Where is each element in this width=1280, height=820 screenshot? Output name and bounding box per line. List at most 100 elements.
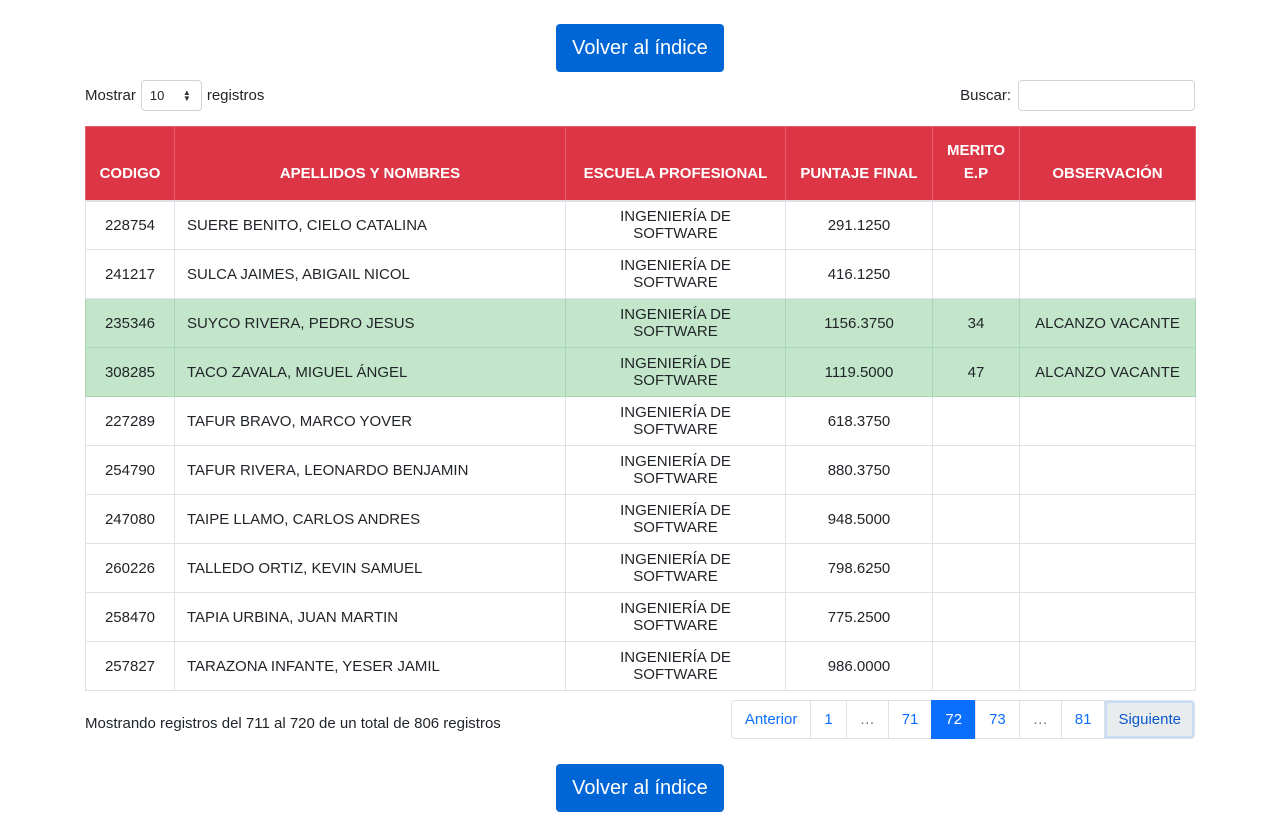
search-label: Buscar: [960,87,1011,104]
cell-codigo: 227289 [85,396,175,446]
cell-codigo: 257827 [85,641,175,691]
cell-escuela: INGENIERÍA DE SOFTWARE [565,396,786,446]
cell-codigo: 247080 [85,494,175,544]
records-per-page-select[interactable]: 10 ▲ ▼ [140,80,202,111]
cell-nombre: SUERE BENITO, CIELO CATALINA [174,200,566,250]
cell-merito [932,249,1020,299]
cell-puntaje: 416.1250 [785,249,933,299]
cell-codigo: 254790 [85,445,175,495]
table-row: 241217 SULCA JAIMES, ABIGAIL NICOL INGENIE… [85,249,1196,299]
pagination: Anterior 1… 71 72 73… 81 Siguiente [730,700,1195,739]
cell-escuela: INGENIERÍA DE SOFTWARE [565,298,786,348]
back-to-index-button-bottom[interactable]: Volver al índice [556,764,724,812]
cell-escuela: INGENIERÍA DE SOFTWARE [565,494,786,544]
cell-merito: 34 [932,298,1020,348]
cell-codigo: 260226 [85,543,175,593]
records-per-page-value: 10 [149,88,165,103]
column-header-observacion[interactable]: OBSERVACIÓN [1019,126,1196,202]
cell-merito [932,200,1020,250]
cell-puntaje: 880.3750 [785,445,933,495]
cell-observacion [1019,592,1196,642]
cell-codigo: 228754 [85,200,175,250]
page-button-81[interactable]: 81 [1060,700,1106,739]
page-ellipsis: … [845,700,889,739]
cell-nombre: TALLEDO ORTIZ, KEVIN SAMUEL [174,543,566,593]
cell-observacion: ALCANZO VACANTE [1019,298,1196,348]
cell-escuela: INGENIERÍA DE SOFTWARE [565,249,786,299]
table-info: Mostrando registros del 711 al 720 de un… [85,715,501,732]
select-arrows-icon: ▲ ▼ [182,87,191,103]
cell-merito [932,445,1020,495]
cell-observacion [1019,494,1196,544]
cell-observacion: ALCANZO VACANTE [1019,347,1196,397]
cell-observacion [1019,445,1196,495]
page-button-71[interactable]: 71 [887,700,933,739]
column-header-merito[interactable]: MERITO E.P [932,126,1020,202]
cell-observacion [1019,641,1196,691]
cell-codigo: 235346 [85,298,175,348]
cell-observacion [1019,396,1196,446]
page-button-73[interactable]: 73 [975,700,1020,739]
cell-puntaje: 291.1250 [785,200,933,250]
cell-codigo: 258470 [85,592,175,642]
cell-merito [932,543,1020,593]
cell-nombre: TAIPE LLAMO, CARLOS ANDRES [174,494,566,544]
search-input[interactable] [1018,80,1195,111]
page-previous-button[interactable]: Anterior [730,700,812,739]
records-per-page-control: Mostrar 10 ▲ ▼ registros [85,80,264,111]
cell-nombre: SUYCO RIVERA, PEDRO JESUS [174,298,566,348]
cell-merito: 47 [932,347,1020,397]
cell-nombre: TACO ZAVALA, MIGUEL ÁNGEL [174,347,566,397]
table-row: 227289 TAFUR BRAVO, MARCO YOVER INGENIERÍA… [85,396,1196,446]
cell-escuela: INGENIERÍA DE SOFTWARE [565,445,786,495]
cell-escuela: INGENIERÍA DE SOFTWARE [565,592,786,642]
cell-puntaje: 618.3750 [785,396,933,446]
cell-puntaje: 775.2500 [785,592,933,642]
cell-nombre: TAFUR BRAVO, MARCO YOVER [174,396,566,446]
cell-codigo: 308285 [85,347,175,397]
cell-codigo: 241217 [85,249,175,299]
column-header-escuela[interactable]: ESCUELA PROFESIONAL [565,126,786,202]
cell-merito [932,592,1020,642]
cell-nombre: TARAZONA INFANTE, YESER JAMIL [174,641,566,691]
cell-puntaje: 986.0000 [785,641,933,691]
cell-escuela: INGENIERÍA DE SOFTWARE [565,200,786,250]
table-row: 235346 SUYCO RIVERA, PEDRO JESUS INGENIERÍ… [85,298,1196,348]
page-ellipsis: … [1018,700,1062,739]
cell-nombre: TAPIA URBINA, JUAN MARTIN [174,592,566,642]
column-header-nombres[interactable]: APELLIDOS Y NOMBRES [174,126,566,202]
cell-observacion [1019,200,1196,250]
cell-observacion [1019,249,1196,299]
cell-puntaje: 798.6250 [785,543,933,593]
cell-escuela: INGENIERÍA DE SOFTWARE [565,543,786,593]
cell-merito [932,641,1020,691]
table-row: 257827 TARAZONA INFANTE, YESER JAMIL INGEN… [85,641,1196,691]
page-button-1[interactable]: 1 [810,700,847,739]
column-header-puntaje[interactable]: PUNTAJE FINAL [785,126,933,202]
cell-puntaje: 1156.3750 [785,298,933,348]
back-to-index-button-top[interactable]: Volver al índice [556,24,724,72]
cell-nombre: SULCA JAIMES, ABIGAIL NICOL [174,249,566,299]
cell-puntaje: 1119.5000 [785,347,933,397]
table-row: 258470 TAPIA URBINA, JUAN MARTIN INGENIERÍ… [85,592,1196,642]
cell-puntaje: 948.5000 [785,494,933,544]
cell-merito [932,494,1020,544]
cell-observacion [1019,543,1196,593]
cell-nombre: TAFUR RIVERA, LEONARDO BENJAMIN [174,445,566,495]
table-row: 260226 TALLEDO ORTIZ, KEVIN SAMUEL INGENIE… [85,543,1196,593]
records-per-page-prefix: Mostrar [85,87,136,104]
column-header-codigo[interactable]: CODIGO [85,126,175,202]
results-table: CODIGO APELLIDOS Y NOMBRES ESCUELA PROFE… [85,126,1196,691]
table-row: 247080 TAIPE LLAMO, CARLOS ANDRES INGENIER… [85,494,1196,544]
search-control: Buscar: [960,80,1195,111]
table-row: 228754 SUERE BENITO, CIELO CATALINA INGENI… [85,200,1196,250]
records-per-page-suffix: registros [206,87,265,104]
table-row: 308285 TACO ZAVALA, MIGUEL ÁNGEL INGENIERÍ… [85,347,1196,397]
table-row: 254790 TAFUR RIVERA, LEONARDO BENJAMIN ING… [85,445,1196,495]
table-header-row: CODIGO APELLIDOS Y NOMBRES ESCUELA PROFE… [85,126,1196,202]
cell-escuela: INGENIERÍA DE SOFTWARE [565,347,786,397]
page-next-button[interactable]: Siguiente [1104,700,1195,739]
cell-merito [932,396,1020,446]
cell-escuela: INGENIERÍA DE SOFTWARE [565,641,786,691]
page-button-72[interactable]: 72 [931,700,977,739]
